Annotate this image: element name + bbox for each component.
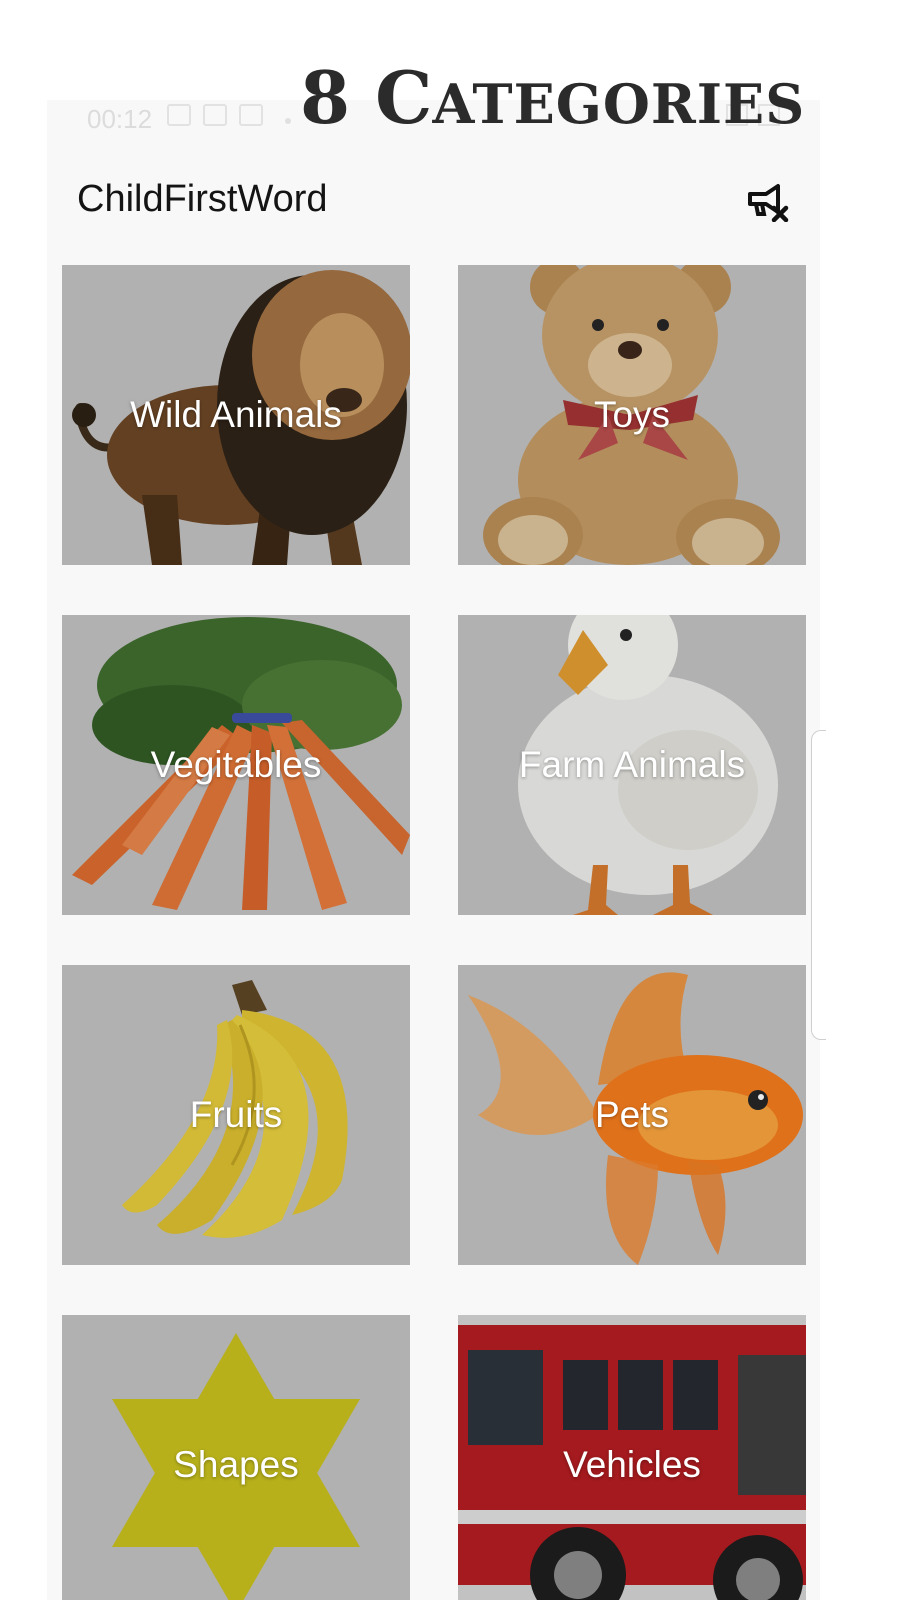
category-label: Pets xyxy=(594,1094,670,1135)
app-bar: ChildFirstWord xyxy=(47,160,820,240)
category-card-farm-animals[interactable]: Farm Animals xyxy=(458,615,806,915)
dot-icon xyxy=(285,118,291,124)
category-card-fruits[interactable]: Fruits xyxy=(62,965,410,1265)
notification-icon xyxy=(167,104,191,126)
title-part-1: 8 C xyxy=(300,55,433,140)
mail-icon xyxy=(239,104,263,126)
category-card-vegitables[interactable]: Vegitables xyxy=(62,615,410,915)
category-card-shapes[interactable]: Shapes xyxy=(62,1315,410,1600)
category-label: Wild Animals xyxy=(130,394,342,435)
category-card-pets[interactable]: Pets xyxy=(458,965,806,1265)
status-time: 00:12 xyxy=(87,104,153,134)
app-title: ChildFirstWord xyxy=(77,178,328,220)
page-title: 8 CATEGORIES xyxy=(300,58,820,138)
category-label: Fruits xyxy=(189,1094,283,1135)
image-icon xyxy=(203,104,227,126)
title-part-2: ATEGORIES xyxy=(432,72,806,136)
category-label: Farm Animals xyxy=(518,744,746,785)
megaphone-off-icon xyxy=(748,184,789,223)
app-screen: 00:12 ChildFirstWord Wild Animals Toys V… xyxy=(47,100,820,1600)
category-label: Vegitables xyxy=(150,744,322,785)
category-label: Shapes xyxy=(173,1444,299,1485)
category-card-wild-animals[interactable]: Wild Animals xyxy=(62,265,410,565)
remove-ads-button[interactable] xyxy=(744,178,790,223)
category-card-toys[interactable]: Toys xyxy=(458,265,806,565)
category-label: Vehicles xyxy=(563,1444,701,1485)
category-card-vehicles[interactable]: Vehicles xyxy=(458,1315,806,1600)
category-label: Toys xyxy=(593,394,671,435)
notification-icons xyxy=(167,104,263,126)
edge-panel-handle[interactable] xyxy=(811,730,826,1040)
